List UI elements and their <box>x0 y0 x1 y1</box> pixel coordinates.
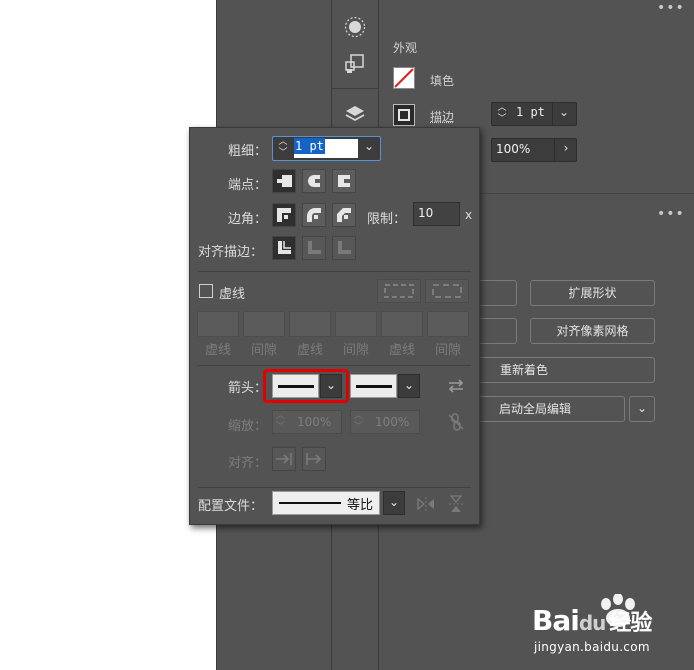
end-scale-input: ︿ ﹀ 100% <box>350 410 420 434</box>
watermark-suffix: 经验 <box>609 611 652 636</box>
popup-divider-1 <box>198 271 471 272</box>
weight-control[interactable]: ︿ ﹀ 1 pt ⌄ <box>272 136 381 161</box>
arrow-tip-beyond-icon <box>272 447 296 471</box>
popup-divider-2 <box>198 365 471 366</box>
align-stroke-label: 对齐描边： <box>198 245 264 260</box>
opacity-value[interactable]: 100% <box>496 142 530 156</box>
align-outside-icon <box>332 236 356 260</box>
chevron-right-icon[interactable]: › <box>556 141 576 155</box>
stroke-swatch[interactable] <box>393 104 415 126</box>
dash-3-input <box>381 311 423 337</box>
preserve-dash-icon <box>377 279 421 303</box>
align-center-icon[interactable] <box>272 236 296 260</box>
miter-join-icon[interactable] <box>272 203 296 227</box>
chevron-down-icon[interactable]: ⌄ <box>554 105 574 119</box>
arrow-tip-at-end-icon <box>302 447 326 471</box>
dash-header: 虚线 <box>296 343 323 358</box>
layers-icon[interactable] <box>343 102 367 126</box>
stroke-options-popup: 粗细： ︿ ﹀ 1 pt ⌄ 端点： 边角： 限制： 10 x 对齐描边： 虚线… <box>189 127 480 525</box>
gap-header: 间隙 <box>434 343 461 358</box>
align-pixel-grid-button[interactable]: 对齐像素网格 <box>530 318 655 344</box>
fill-swatch[interactable] <box>393 67 415 89</box>
panel-menu-icon[interactable]: ••• <box>657 0 685 16</box>
dashed-checkbox[interactable] <box>199 284 213 298</box>
profile-label: 配置文件： <box>198 499 264 514</box>
profile-select[interactable]: 等比 <box>272 491 380 515</box>
link-scale-icon <box>446 412 466 432</box>
watermark-brand: Bai <box>532 604 580 637</box>
start-scale-stepper-icon: ︿ ﹀ <box>276 411 286 432</box>
gap-2-input <box>335 311 377 337</box>
limit-input[interactable]: 10 <box>413 202 460 226</box>
align-dash-icon <box>425 279 469 303</box>
stroke-label[interactable]: 描边 <box>430 108 454 125</box>
dash-header: 虚线 <box>204 343 231 358</box>
corner-label: 边角： <box>228 212 268 227</box>
start-arrowhead-chevron-icon[interactable]: ⌄ <box>320 374 342 398</box>
weight-stepper-icon[interactable]: ︿ ﹀ <box>275 137 291 159</box>
end-arrowhead-select[interactable] <box>350 374 397 398</box>
panel-menu-icon-2[interactable]: ••• <box>657 206 685 222</box>
popup-divider-3 <box>198 487 471 488</box>
appearance-section-title: 外观 <box>393 41 418 55</box>
global-edit-options-button[interactable]: ⌄ <box>629 396 655 422</box>
dash-header: 虚线 <box>388 343 415 358</box>
profile-value: 等比 <box>347 498 374 513</box>
dash-1-input <box>197 311 239 337</box>
butt-cap-icon[interactable] <box>272 169 296 193</box>
limit-label: 限制： <box>367 212 407 227</box>
flip-along-icon <box>416 494 436 514</box>
end-arrowhead-chevron-icon[interactable]: ⌄ <box>398 374 420 398</box>
end-scale-value: 100% <box>375 415 410 429</box>
weight-label: 粗细： <box>228 144 268 159</box>
gap-header: 间隙 <box>250 343 277 358</box>
flip-across-icon <box>446 494 466 514</box>
round-cap-icon[interactable] <box>302 169 326 193</box>
stroke-weight-value[interactable]: 1 pt <box>516 105 545 119</box>
start-scale-input: ︿ ﹀ 100% <box>272 410 342 434</box>
align-inside-icon <box>302 236 326 260</box>
dash-2-input <box>289 311 331 337</box>
expand-shape-button[interactable]: 扩展形状 <box>530 280 655 306</box>
profile-chevron-icon[interactable]: ⌄ <box>383 491 405 515</box>
appearance-icon[interactable] <box>343 15 367 39</box>
round-join-icon[interactable] <box>302 203 326 227</box>
fill-label: 填色 <box>430 74 455 88</box>
cap-label: 端点： <box>228 178 268 193</box>
bevel-join-icon[interactable] <box>332 203 356 227</box>
end-scale-stepper-icon: ︿ ﹀ <box>354 411 364 432</box>
stroke-weight-control[interactable]: ︿ ﹀ 1 pt ⌄ <box>491 102 577 126</box>
scale-label: 缩放： <box>228 419 268 434</box>
start-scale-value: 100% <box>297 415 332 429</box>
start-arrowhead-select[interactable] <box>272 374 319 398</box>
transform-icon[interactable] <box>343 52 367 76</box>
projecting-cap-icon[interactable] <box>332 169 356 193</box>
stepper-up-icon[interactable]: ︿ ﹀ <box>494 103 510 125</box>
gap-header: 间隙 <box>342 343 369 358</box>
arrow-align-label: 对齐： <box>228 456 268 471</box>
tool-divider <box>331 88 379 89</box>
watermark-brand-mid: du <box>578 611 607 635</box>
opacity-control[interactable]: 100% › <box>491 138 577 162</box>
weight-input[interactable]: 1 pt <box>294 138 358 158</box>
swap-arrowheads-icon[interactable] <box>446 376 466 396</box>
weight-value: 1 pt <box>294 138 325 154</box>
arrowhead-label: 箭头： <box>228 381 268 396</box>
limit-unit: x <box>465 208 473 222</box>
dashed-label: 虚线 <box>219 287 246 302</box>
gap-1-input <box>243 311 285 337</box>
baidu-watermark: Baidu 经验 jingyan.baidu.com <box>532 594 692 658</box>
gap-3-input <box>427 311 469 337</box>
weight-chevron-down-icon[interactable]: ⌄ <box>359 139 379 153</box>
watermark-url: jingyan.baidu.com <box>534 640 650 654</box>
